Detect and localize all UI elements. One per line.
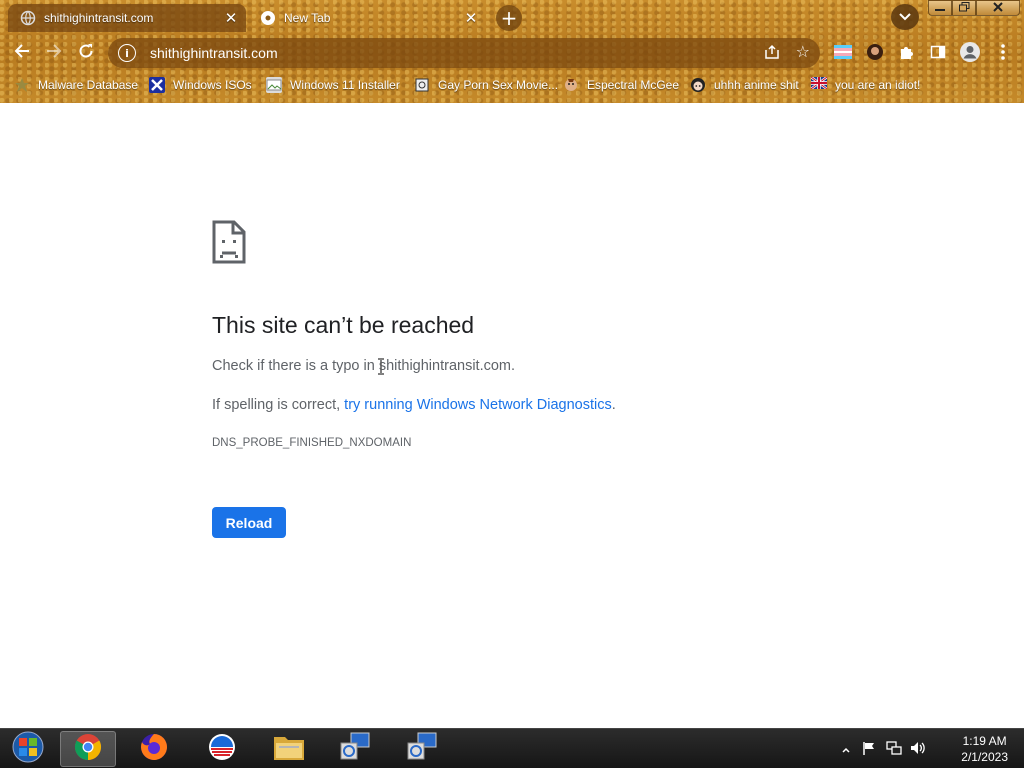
- spiral-icon: [414, 77, 430, 93]
- taskbar: 1:19 AM 2/1/2023: [0, 728, 1024, 768]
- start-button[interactable]: [0, 731, 56, 767]
- diagnostics-hint: If spelling is correct, try running Wind…: [212, 397, 616, 413]
- arrow-right-icon: [46, 43, 62, 64]
- browser-frame: shithighintransit.com ✕ New Tab ✕ + i sh…: [0, 0, 1024, 103]
- volume-icon[interactable]: [910, 741, 926, 759]
- network-diagnostics-link[interactable]: try running Windows Network Diagnostics: [344, 397, 612, 413]
- share-icon[interactable]: [764, 44, 780, 64]
- installer-icon: [339, 731, 371, 767]
- network-icon[interactable]: [886, 741, 902, 759]
- bookmark-windows-isos[interactable]: Windows ISOs: [149, 75, 252, 95]
- typo-hint: Check if there is a typo in shithighintr…: [212, 358, 516, 374]
- face-icon: [563, 77, 579, 93]
- address-text[interactable]: shithighintransit.com: [150, 45, 278, 61]
- bookmark-windows-11-installer[interactable]: Windows 11 Installer: [266, 75, 400, 95]
- tab-search-button[interactable]: [891, 4, 919, 30]
- globe-icon: [20, 10, 36, 26]
- tab-title: New Tab: [284, 11, 331, 25]
- clock-date: 2/1/2023: [961, 750, 1008, 764]
- image-icon: [266, 77, 282, 93]
- tab-close-icon[interactable]: ✕: [460, 7, 482, 29]
- arrow-left-icon: [14, 43, 30, 64]
- chrome-icon: [73, 732, 103, 766]
- error-code: DNS_PROBE_FINISHED_NXDOMAIN: [212, 437, 412, 449]
- bookmark-gay-porn-sex-movie[interactable]: Gay Porn Sex Movie...: [414, 75, 558, 95]
- star-icon: [14, 77, 30, 93]
- menu-kebab-icon[interactable]: [992, 41, 1014, 63]
- back-button[interactable]: [9, 40, 35, 66]
- tab-active[interactable]: shithighintransit.com ✕: [8, 4, 246, 32]
- taskbar-firefox[interactable]: [126, 731, 182, 767]
- trans-flag-extension-icon[interactable]: [832, 41, 854, 63]
- chevron-down-icon: [899, 10, 911, 24]
- flag-icon: [810, 76, 828, 93]
- taskbar-network-setup-1[interactable]: [327, 731, 383, 767]
- taskbar-obama-logo[interactable]: [194, 731, 250, 767]
- firefox-icon: [139, 732, 169, 766]
- show-hidden-icons-icon[interactable]: [842, 742, 850, 757]
- avatar-extension-icon[interactable]: [864, 41, 886, 63]
- bookmark-espectral-mcgee[interactable]: Espectral McGee: [563, 75, 679, 95]
- system-tray: 1:19 AM 2/1/2023: [834, 729, 1024, 768]
- restore-button[interactable]: [952, 0, 976, 16]
- close-icon: [993, 1, 1003, 15]
- address-bar[interactable]: i shithighintransit.com ☆: [108, 38, 820, 68]
- star-icon[interactable]: ☆: [796, 42, 810, 61]
- side-panel-icon[interactable]: [927, 41, 949, 63]
- restore-icon: [958, 1, 970, 15]
- new-tab-button[interactable]: +: [496, 5, 522, 31]
- obama-logo-icon: [207, 732, 237, 766]
- minimize-icon: [935, 2, 945, 15]
- chrome-icon: [260, 10, 276, 26]
- forward-button[interactable]: [41, 40, 67, 66]
- error-title: This site can’t be reached: [212, 312, 475, 338]
- tab-close-icon[interactable]: ✕: [220, 7, 242, 29]
- clock-time: 1:19 AM: [962, 734, 1007, 748]
- taskbar-chrome[interactable]: [60, 731, 116, 767]
- x-icon: [149, 77, 165, 93]
- puzzle-icon[interactable]: [896, 41, 918, 63]
- sad-document-icon: [212, 220, 246, 264]
- anime-icon: [690, 77, 706, 93]
- info-icon[interactable]: i: [118, 44, 136, 62]
- folder-icon: [273, 733, 305, 765]
- reload-page-button[interactable]: Reload: [212, 507, 286, 538]
- bookmark-malware-database[interactable]: Malware Database: [14, 75, 138, 95]
- reload-button[interactable]: [73, 40, 99, 66]
- text-cursor-icon: [377, 358, 385, 375]
- bookmark-uhhh-anime-shit[interactable]: uhhh anime shit: [690, 75, 799, 95]
- reload-icon: [78, 43, 94, 64]
- profile-icon[interactable]: [958, 40, 982, 64]
- clock[interactable]: 1:19 AM 2/1/2023: [961, 733, 1008, 765]
- bookmarks-bar: Malware Database Windows ISOs Windows 11…: [0, 72, 1024, 98]
- close-window-button[interactable]: [976, 0, 1020, 16]
- taskbar-network-setup-2[interactable]: [394, 731, 450, 767]
- tab-new-tab[interactable]: New Tab ✕: [250, 4, 486, 32]
- taskbar-file-explorer[interactable]: [261, 731, 317, 767]
- windows-orb-icon: [11, 730, 45, 768]
- minimize-button[interactable]: [928, 0, 952, 16]
- installer-icon: [406, 731, 438, 767]
- domain-text: shithighintransit.com: [378, 358, 511, 374]
- action-center-flag-icon[interactable]: [862, 741, 876, 759]
- tab-title: shithighintransit.com: [44, 11, 154, 25]
- bookmark-you-are-an-idiot[interactable]: you are an idiot!: [810, 75, 920, 95]
